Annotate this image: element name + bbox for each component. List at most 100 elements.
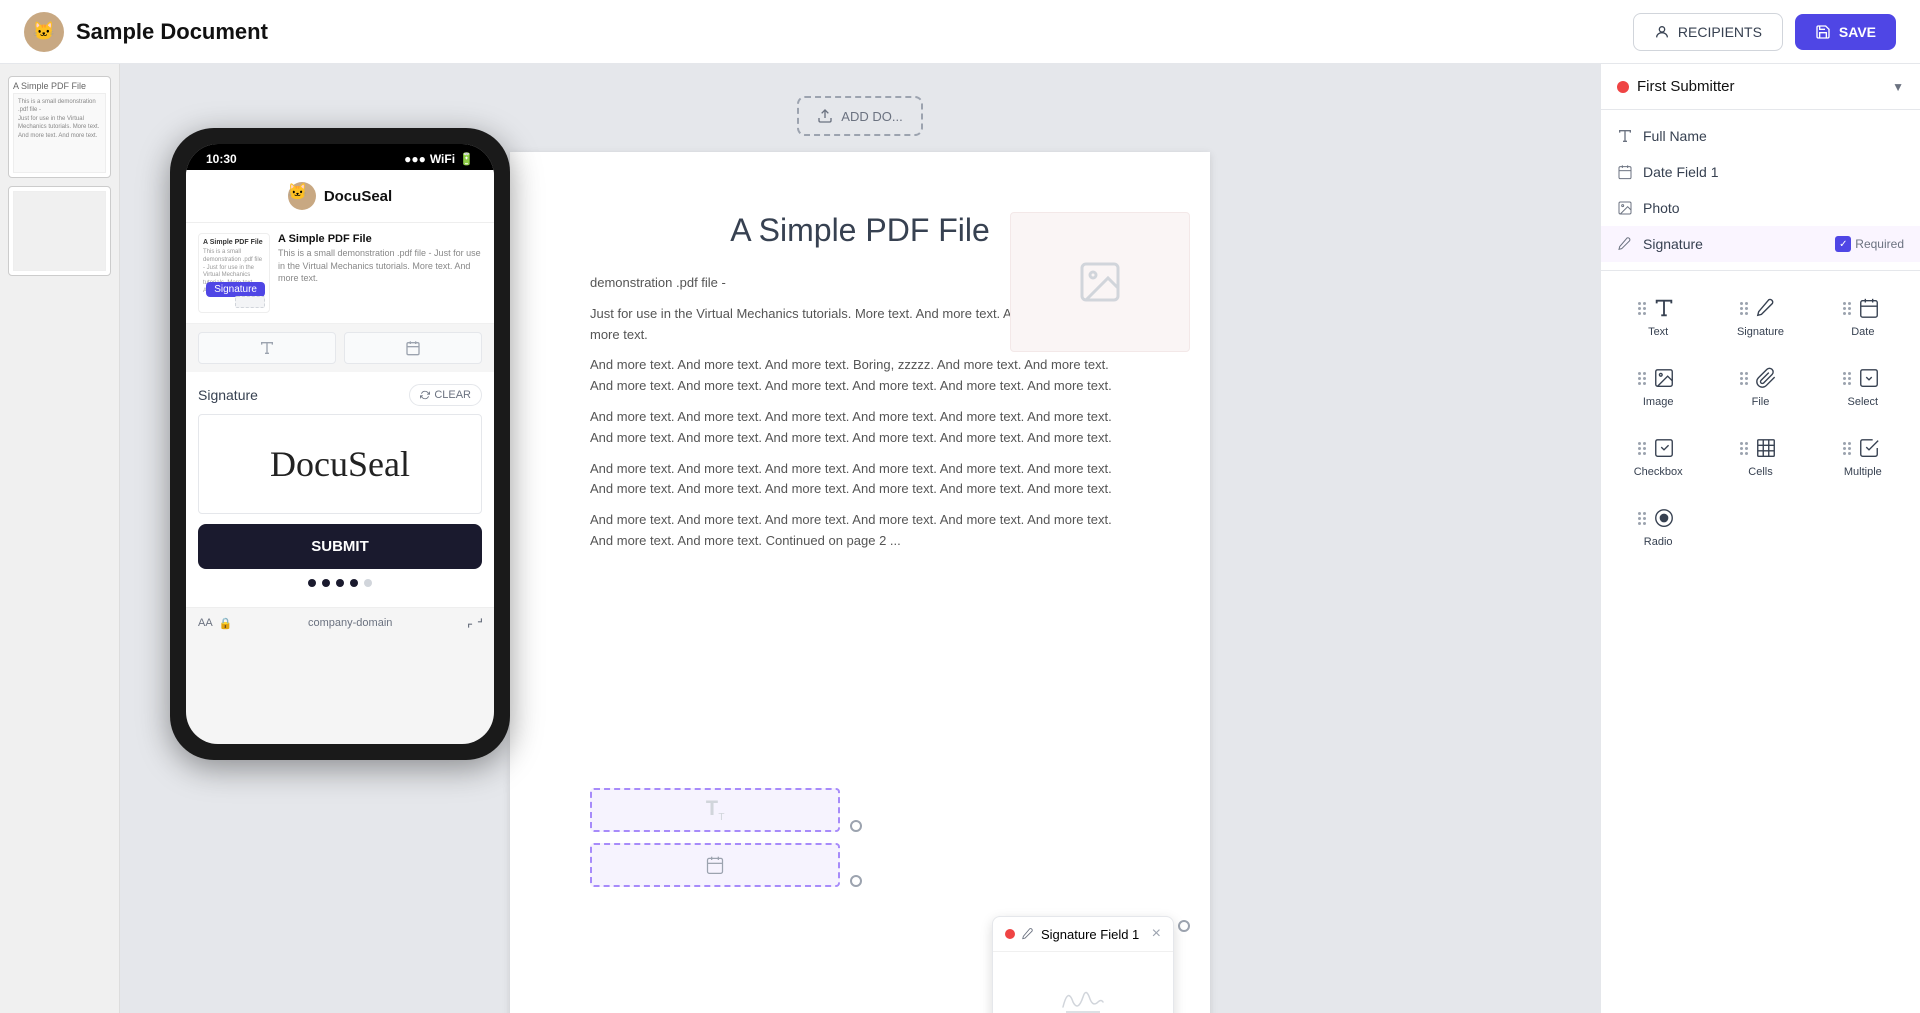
drag-handle[interactable] xyxy=(1740,372,1748,385)
file-type-label: File xyxy=(1752,396,1770,408)
field-type-checkbox[interactable]: Checkbox xyxy=(1609,423,1707,489)
sig-field-resize-handle[interactable] xyxy=(1178,920,1190,932)
phone-submit-button[interactable]: SUBMIT xyxy=(198,524,482,569)
select-type-label: Select xyxy=(1848,396,1879,408)
sig-field-body xyxy=(993,952,1173,1013)
image-type-icon xyxy=(1650,364,1678,392)
cells-type-label: Cells xyxy=(1748,466,1772,478)
field-type-signature[interactable]: Signature xyxy=(1711,283,1809,349)
drag-handle[interactable] xyxy=(1843,302,1851,315)
date-field-overlay[interactable] xyxy=(590,843,840,887)
date-type-label: Date xyxy=(1851,326,1874,338)
signature-field-icon xyxy=(1021,927,1035,941)
text-field-overlay[interactable]: 𝐓T xyxy=(590,788,840,832)
mobile-preview-overlay: 10:30 ●●● WiFi 🔋 🐱 DocuSeal xyxy=(170,128,510,760)
drag-handle[interactable] xyxy=(1638,372,1646,385)
field-type-multiple[interactable]: Multiple xyxy=(1814,423,1912,489)
field-type-date[interactable]: Date xyxy=(1814,283,1912,349)
required-checkbox[interactable]: ✓ xyxy=(1835,236,1851,252)
drag-handle[interactable] xyxy=(1638,302,1646,315)
text-field-icon: 𝐓T xyxy=(706,798,725,823)
drag-handle[interactable] xyxy=(1843,372,1851,385)
select-type-icon xyxy=(1855,364,1883,392)
phone-screen: 10:30 ●●● WiFi 🔋 🐱 DocuSeal xyxy=(186,144,494,744)
date-field-icon xyxy=(705,855,725,875)
text-field-icon xyxy=(1617,128,1633,144)
date-field-panel-icon xyxy=(1617,164,1633,180)
thumbnail-sidebar: A Simple PDF File This is a small demons… xyxy=(0,64,120,1013)
phone-sig-header: Signature CLEAR xyxy=(198,384,482,406)
save-button[interactable]: SAVE xyxy=(1795,14,1896,50)
signature-type-label: Signature xyxy=(1737,326,1784,338)
checkbox-type-icon xyxy=(1650,434,1678,462)
field-label-full-name: Full Name xyxy=(1643,128,1904,144)
phone-clear-button[interactable]: CLEAR xyxy=(409,384,482,406)
field-resize-handle[interactable] xyxy=(850,820,862,832)
recipients-button[interactable]: RECIPIENTS xyxy=(1633,13,1783,51)
signature-preview-icon xyxy=(1058,977,1108,1013)
field-resize-handle-2[interactable] xyxy=(850,875,862,887)
signature-field-panel-icon xyxy=(1617,236,1633,252)
sig-field-close-button[interactable]: × xyxy=(1152,925,1161,943)
page-thumbnail-2[interactable] xyxy=(8,186,111,276)
page-thumbnail-1[interactable]: A Simple PDF File This is a small demons… xyxy=(8,76,111,178)
document-area: ADD DO... A Simple PDF File demonstratio… xyxy=(120,64,1600,1013)
doc-para-2: And more text. And more text. And more t… xyxy=(590,355,1130,397)
image-type-label: Image xyxy=(1643,396,1674,408)
multiple-type-icon xyxy=(1855,434,1883,462)
phone-status-bar: 10:30 ●●● WiFi 🔋 xyxy=(186,144,494,170)
header-left: 🐱 Sample Document xyxy=(24,12,268,52)
field-item-signature[interactable]: Signature ✓ Required xyxy=(1601,226,1920,262)
add-document-button[interactable]: ADD DO... xyxy=(797,96,922,136)
field-type-image[interactable]: Image xyxy=(1609,353,1707,419)
phone-signature-section: Signature CLEAR DocuSeal SUBMIT xyxy=(186,372,494,607)
phone-doc-list: A Simple PDF File This is a small demons… xyxy=(186,223,494,324)
signature-type-icon xyxy=(1752,294,1780,322)
submitter-dot xyxy=(1617,81,1629,93)
drag-handle[interactable] xyxy=(1740,442,1748,455)
phone-doc-thumbnail: A Simple PDF File This is a small demons… xyxy=(198,233,270,313)
submitter-header: First Submitter ▼ xyxy=(1601,64,1920,110)
field-item-photo[interactable]: Photo xyxy=(1601,190,1920,226)
signature-field-popup-container: Signature Field 1 × xyxy=(992,916,1190,932)
field-type-radio[interactable]: Radio xyxy=(1609,493,1707,559)
field-item-full-name[interactable]: Full Name xyxy=(1601,118,1920,154)
field-type-select[interactable]: Select xyxy=(1814,353,1912,419)
drag-handle[interactable] xyxy=(1740,302,1748,315)
phone-sig-tag: Signature xyxy=(206,282,265,297)
image-field-placeholder[interactable] xyxy=(1010,212,1190,352)
field-type-cells[interactable]: Cells xyxy=(1711,423,1809,489)
app-header: 🐱 Sample Document RECIPIENTS SAVE xyxy=(0,0,1920,64)
phone-app-header: 🐱 DocuSeal xyxy=(186,170,494,223)
document-page: A Simple PDF File demonstration .pdf fil… xyxy=(510,152,1210,1013)
phone-status-icons: ●●● WiFi 🔋 xyxy=(404,152,474,166)
phone-field-row xyxy=(186,324,494,372)
image-placeholder-icon xyxy=(1076,258,1124,306)
avatar: 🐱 xyxy=(24,12,64,52)
phone-dots-indicator xyxy=(198,579,482,587)
phone-signature-canvas[interactable]: DocuSeal xyxy=(198,414,482,514)
sig-field-dot xyxy=(1005,929,1015,939)
checkbox-type-label: Checkbox xyxy=(1634,466,1683,478)
field-type-text[interactable]: Text xyxy=(1609,283,1707,349)
signature-field-popup: Signature Field 1 × xyxy=(992,916,1174,1013)
refresh-icon xyxy=(420,390,430,400)
doc-para-4: And more text. And more text. And more t… xyxy=(590,459,1130,501)
field-required-indicator: ✓ Required xyxy=(1835,236,1904,252)
drag-handle[interactable] xyxy=(1843,442,1851,455)
phone-text-field[interactable] xyxy=(198,332,336,364)
drag-handle[interactable] xyxy=(1638,442,1646,455)
radio-type-icon xyxy=(1650,504,1678,532)
field-item-date[interactable]: Date Field 1 xyxy=(1601,154,1920,190)
phone-domain: company-domain xyxy=(308,617,392,629)
file-type-icon xyxy=(1752,364,1780,392)
phone-date-field[interactable] xyxy=(344,332,482,364)
multiple-type-label: Multiple xyxy=(1844,466,1882,478)
doc-para-5: And more text. And more text. And more t… xyxy=(590,510,1130,552)
refresh-icon-small xyxy=(468,616,482,630)
date-type-icon xyxy=(1855,294,1883,322)
field-type-file[interactable]: File xyxy=(1711,353,1809,419)
drag-handle[interactable] xyxy=(1638,512,1646,525)
submitter-chevron-icon[interactable]: ▼ xyxy=(1892,80,1904,94)
field-list: Full Name Date Field 1 Photo Signature ✓… xyxy=(1601,110,1920,271)
